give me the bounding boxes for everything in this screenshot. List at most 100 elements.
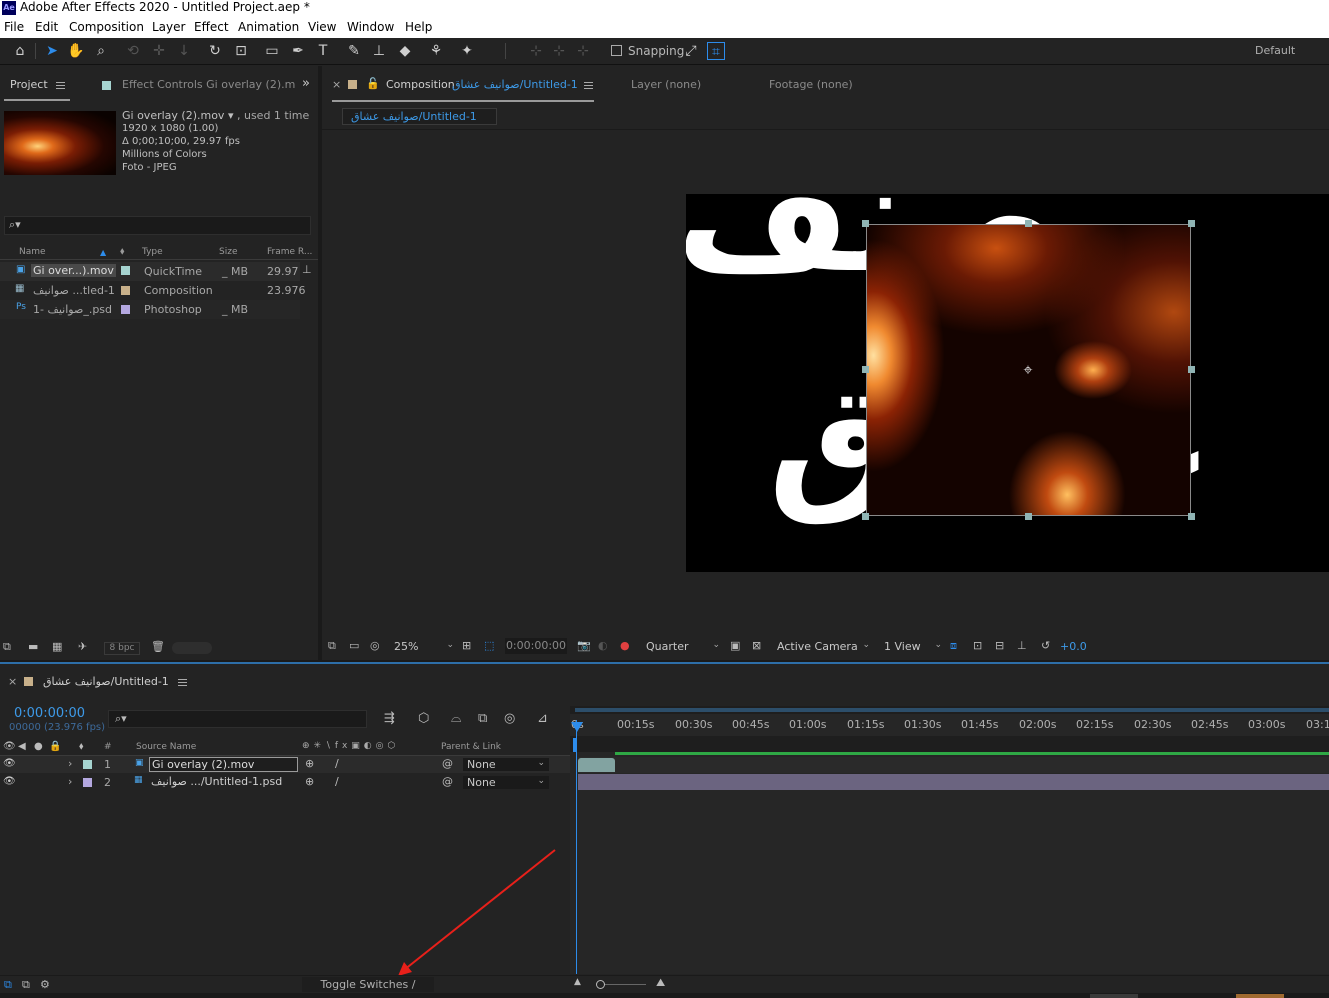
shy-layers-icon[interactable]: ⌓ [451, 711, 461, 726]
layer-bar[interactable] [578, 774, 1329, 790]
menu-view[interactable]: View [308, 20, 336, 34]
project-search-input[interactable]: ⌕▾ [4, 216, 311, 235]
tab-layer[interactable]: Layer (none) [631, 78, 701, 91]
layer-name[interactable]: صوانيف .../Untitled-1.psd [151, 775, 282, 788]
thumbnail-slider[interactable] [172, 642, 212, 654]
label-swatch[interactable] [121, 286, 130, 295]
label-swatch[interactable] [83, 778, 92, 787]
selection-tool-icon[interactable]: ➤ [43, 42, 61, 60]
dropdown-icon[interactable]: ▾ [228, 109, 234, 122]
expand-chevron-icon[interactable]: › [68, 757, 72, 770]
layer-bar[interactable] [578, 758, 615, 772]
hand-tool-icon[interactable]: ✋ [67, 42, 85, 60]
audio-icon[interactable]: ◀ [18, 741, 26, 752]
label-swatch[interactable] [121, 305, 130, 314]
home-icon[interactable]: ⌂ [11, 42, 29, 60]
snapshot-icon[interactable]: 📷 [577, 639, 591, 652]
transform-handle[interactable] [862, 513, 869, 520]
menu-animation[interactable]: Animation [238, 20, 299, 34]
orbit-camera-icon[interactable]: ⟲ [124, 42, 142, 60]
parent-dropdown[interactable]: None ⌄ [463, 776, 549, 789]
tab-composition-name[interactable]: صوانيف عشاق/Untitled-1 [452, 78, 578, 91]
tab-project[interactable]: Project [10, 78, 48, 91]
transform-handle[interactable] [862, 366, 869, 373]
zoom-in-icon[interactable]: ⛰ [656, 976, 665, 990]
lock-icon[interactable]: 🔒 [49, 741, 61, 752]
layer-track[interactable] [578, 757, 1329, 773]
puppet-pin-icon[interactable]: ✦ [458, 42, 476, 60]
video-icon[interactable]: 👁 [3, 741, 16, 752]
menu-help[interactable]: Help [405, 20, 432, 34]
menu-layer[interactable]: Layer [152, 20, 185, 34]
layer-switches-icon[interactable]: ⧉ [4, 978, 12, 992]
monitor-icon[interactable]: ▭ [349, 639, 359, 652]
zoom-tool-icon[interactable]: ⌕ [92, 42, 110, 60]
always-preview-icon[interactable]: ⧉ [328, 639, 336, 653]
pickwhip-icon[interactable]: @ [442, 775, 453, 788]
zoom-slider-track[interactable] [598, 984, 646, 985]
transfer-controls-icon[interactable]: ⧉ [22, 978, 30, 992]
view-axis-icon[interactable]: ⊹ [574, 42, 592, 60]
new-composition-icon[interactable]: ▦ [52, 640, 62, 653]
draft-3d-icon[interactable]: ⬡ [418, 711, 429, 726]
menu-file[interactable]: File [4, 20, 24, 34]
lock-icon[interactable]: 🔓 [366, 77, 380, 90]
tab-composition-prefix[interactable]: Composition [386, 78, 455, 91]
col-type[interactable]: Type [142, 247, 163, 257]
rotation-tool-icon[interactable]: ↻ [206, 42, 224, 60]
comp-flowchart-icon[interactable]: ⇶ [384, 711, 395, 726]
bit-depth-button[interactable]: 8 bpc [104, 642, 140, 655]
transform-handle[interactable] [1188, 366, 1195, 373]
work-area-range[interactable] [575, 708, 1329, 712]
time-ruler[interactable] [570, 736, 1329, 752]
exposure-value[interactable]: +0.0 [1060, 640, 1087, 653]
tab-footage[interactable]: Footage (none) [769, 78, 853, 91]
playhead-marker[interactable] [573, 738, 577, 752]
expand-chevron-icon[interactable]: › [68, 775, 72, 788]
toggle-pixel-aspect-icon[interactable]: ⧈ [950, 639, 957, 653]
eye-icon[interactable]: 👁 [3, 776, 16, 787]
toggle-switches-modes[interactable]: Toggle Switches / Modes [302, 977, 434, 998]
menu-composition[interactable]: Composition [69, 20, 144, 34]
brush-tool-icon[interactable]: ✎ [345, 42, 363, 60]
col-frame-rate[interactable]: Frame R... [267, 247, 312, 257]
layer-name[interactable]: Gi overlay (2).mov [149, 757, 298, 772]
close-icon[interactable]: × [8, 675, 17, 688]
frame-blending-icon[interactable]: ⧉ [478, 711, 487, 726]
label-swatch[interactable] [83, 760, 92, 769]
zoom-dropdown[interactable]: 25% ⌄ [394, 640, 454, 653]
panel-overflow-icon[interactable]: » [302, 76, 310, 91]
label-column-icon[interactable]: ⬧ [120, 246, 125, 257]
parent-dropdown[interactable]: None ⌄ [463, 758, 549, 771]
fast-preview-icon[interactable]: ▣ [730, 639, 740, 652]
transform-handle[interactable] [1025, 513, 1032, 520]
label-swatch[interactable] [121, 266, 130, 275]
timeline-tab[interactable]: صوانيف عشاق/Untitled-1 [43, 675, 169, 688]
roto-brush-icon[interactable]: ⚘ [427, 42, 445, 60]
new-folder-icon[interactable]: ▬ [28, 640, 38, 653]
snap-grid-icon[interactable]: ⌗ [707, 42, 725, 60]
shy-switch-icon[interactable]: ⊕ [305, 775, 314, 788]
camera-dropdown[interactable]: Active Camera ⌄ [777, 640, 870, 653]
col-source-name[interactable]: Source Name [136, 742, 196, 752]
timeline-search-input[interactable]: ⌕▾ [108, 710, 367, 728]
type-tool-icon[interactable]: T [314, 42, 332, 60]
shy-switch-icon[interactable]: ⊕ [305, 757, 314, 770]
panel-menu-icon[interactable] [178, 679, 187, 686]
fit-icon[interactable]: ⊞ [462, 639, 471, 652]
playhead-line[interactable] [576, 720, 577, 974]
dolly-camera-icon[interactable]: ↓ [175, 42, 193, 60]
transform-handle[interactable] [1025, 220, 1032, 227]
world-axis-icon[interactable]: ⊹ [550, 42, 568, 60]
menu-effect[interactable]: Effect [194, 20, 229, 34]
panel-menu-icon[interactable] [584, 82, 593, 89]
switches-header-icons[interactable]: ⊕✳∖fx▣◐◎⬡ [302, 741, 422, 753]
view-layout-dropdown[interactable]: 1 View ⌄ [884, 640, 942, 653]
snapping-checkbox[interactable] [611, 45, 622, 56]
motion-blur-icon[interactable]: ◎ [504, 711, 515, 726]
col-parent-link[interactable]: Parent & Link [441, 742, 501, 752]
workspace-default[interactable]: Default [1255, 44, 1295, 57]
menu-window[interactable]: Window [347, 20, 394, 34]
pickwhip-icon[interactable]: @ [442, 757, 453, 770]
pan-camera-icon[interactable]: ✛ [150, 42, 168, 60]
